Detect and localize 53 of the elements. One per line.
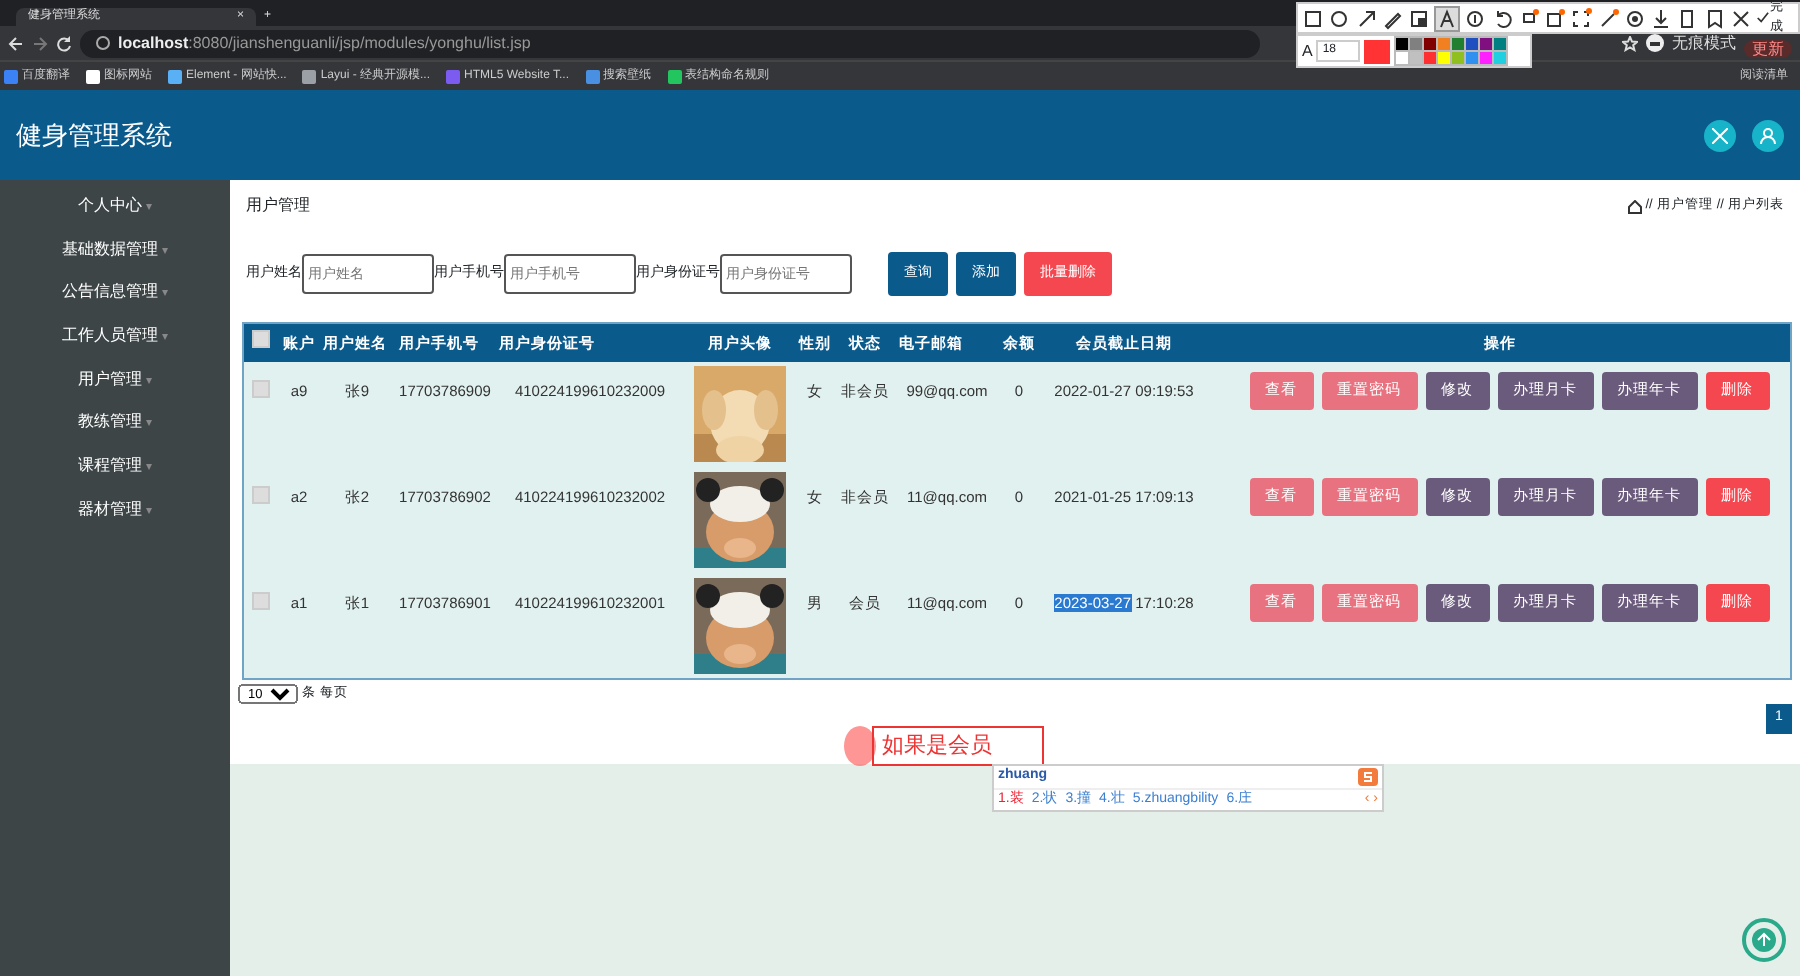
update-button[interactable]: 更新 — [1744, 39, 1792, 57]
check-icon — [1756, 10, 1770, 26]
color-swatch[interactable] — [1494, 38, 1507, 50]
forward-icon[interactable] — [32, 35, 48, 51]
color-swatch[interactable] — [1480, 38, 1493, 50]
color-swatch[interactable] — [1438, 52, 1451, 64]
mosaic-icon[interactable] — [1408, 5, 1431, 31]
color-swatch[interactable] — [1396, 38, 1409, 50]
back-to-top-button[interactable] — [1742, 918, 1786, 962]
profile-label: 无痕模式 — [1672, 31, 1736, 55]
current-color-swatch[interactable] — [1364, 39, 1391, 63]
cursor-dot — [844, 726, 876, 766]
line-icon[interactable] — [1597, 5, 1620, 31]
color-swatch[interactable] — [1438, 38, 1451, 50]
close-icon[interactable] — [1729, 5, 1752, 31]
arrow-up-icon — [1752, 928, 1776, 952]
color-swatch[interactable] — [1396, 52, 1409, 64]
back-icon[interactable] — [8, 35, 24, 51]
info-icon — [96, 36, 110, 50]
color-swatch[interactable] — [1452, 38, 1465, 50]
color-swatch[interactable] — [1424, 38, 1437, 50]
fullscreen-icon[interactable] — [1704, 119, 1736, 151]
download-icon[interactable] — [1650, 5, 1673, 31]
row-checkbox[interactable] — [252, 485, 271, 503]
address-bar[interactable]: localhost:8080/jianshenguanli/jsp/modules/yonghu/list.jsp — [80, 29, 1260, 57]
star-icon[interactable] — [1622, 35, 1638, 51]
color-swatch[interactable] — [1494, 52, 1507, 64]
reload-icon[interactable] — [56, 35, 72, 51]
app-title: 健身管理系统 — [16, 119, 172, 151]
scan-icon[interactable] — [1570, 5, 1593, 31]
bookmark-icon[interactable] — [1703, 5, 1726, 31]
incognito-icon — [1646, 34, 1664, 52]
color-swatch[interactable] — [1466, 52, 1479, 64]
rectangle-icon[interactable] — [1302, 5, 1325, 31]
circle-icon[interactable] — [1328, 5, 1351, 31]
record-icon[interactable] — [1623, 5, 1646, 31]
color-swatch[interactable] — [1410, 38, 1423, 50]
home-icon[interactable] — [1627, 199, 1642, 213]
arrow-icon[interactable] — [1355, 5, 1378, 31]
color-swatch[interactable] — [1410, 52, 1423, 64]
color-swatch[interactable] — [1424, 52, 1437, 64]
color-swatch[interactable] — [1480, 52, 1493, 64]
font-label: A — [1302, 39, 1313, 63]
text-tool-icon[interactable] — [1434, 5, 1461, 31]
row-checkbox[interactable] — [252, 591, 271, 609]
user-icon[interactable] — [1752, 119, 1784, 151]
color-swatch[interactable] — [1452, 52, 1465, 64]
undo-icon[interactable] — [1491, 5, 1514, 31]
frame-icon[interactable] — [1544, 5, 1567, 31]
color-swatch[interactable] — [1466, 38, 1479, 50]
select-all-checkbox[interactable] — [252, 330, 271, 349]
row-checkbox[interactable] — [252, 379, 271, 397]
page-title: 用户管理 — [246, 194, 310, 218]
